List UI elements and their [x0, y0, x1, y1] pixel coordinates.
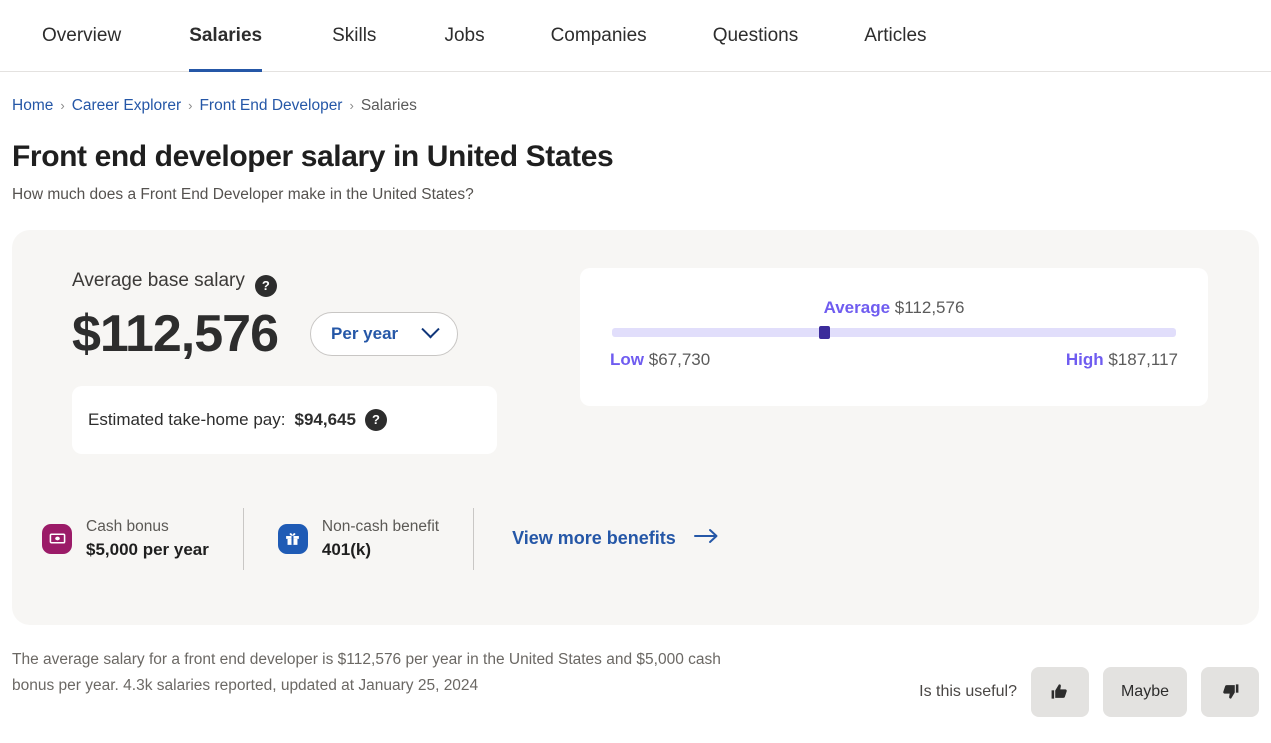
salary-summary-line-2: bonus per year. 4.3k salaries reported, … — [12, 673, 721, 699]
breadcrumb-link-home[interactable]: Home — [12, 98, 53, 114]
feedback-maybe-button[interactable]: Maybe — [1103, 667, 1187, 717]
feedback-question: Is this useful? — [919, 683, 1017, 701]
nav-tab-questions[interactable]: Questions — [713, 0, 799, 72]
salary-summary-text: The average salary for a front end devel… — [12, 647, 721, 700]
nav-tab-label: Questions — [713, 25, 799, 47]
nav-tab-companies[interactable]: Companies — [551, 0, 647, 72]
nav-tab-overview[interactable]: Overview — [42, 0, 121, 72]
take-home-pay-value: $94,645 — [294, 410, 355, 430]
breadcrumb-current: Salaries — [361, 98, 417, 114]
salary-summary-card: Average base salary ? $112,576 Per year … — [12, 230, 1259, 625]
average-salary-help-icon[interactable]: ? — [255, 275, 277, 297]
range-low-value: $67,730 — [649, 350, 710, 369]
nav-items-container: Overview Salaries Skills Jobs Companies Quest… — [0, 0, 1271, 71]
average-salary-amount: $112,576 — [72, 308, 278, 360]
salary-range-track[interactable] — [612, 328, 1176, 337]
range-average-value: $112,576 — [895, 298, 965, 317]
feedback-thumbs-up-button[interactable] — [1031, 667, 1089, 717]
view-more-benefits-label: View more benefits — [512, 528, 676, 549]
range-endpoints: Low $67,730 High $187,117 — [610, 350, 1178, 370]
nav-tab-label: Companies — [551, 25, 647, 47]
estimated-take-home-pay-box: Estimated take-home pay: $94,645 ? — [72, 386, 497, 454]
range-average-label: Average — [824, 298, 890, 317]
chevron-down-icon — [421, 320, 439, 338]
benefit-cash-bonus-label: Cash bonus — [86, 518, 209, 536]
range-average-row: Average $112,576 — [610, 298, 1178, 318]
page-subtitle: How much does a Front End Developer make… — [12, 186, 1259, 204]
pay-period-select[interactable]: Per year — [310, 312, 458, 356]
thumbs-down-icon — [1221, 682, 1240, 701]
salary-summary-line-1: The average salary for a front end devel… — [12, 647, 721, 673]
benefit-non-cash: Non-cash benefit 401(k) — [244, 508, 474, 570]
nav-tab-skills[interactable]: Skills — [332, 0, 376, 72]
nav-tab-label: Salaries — [189, 25, 262, 47]
nav-tab-salaries[interactable]: Salaries — [189, 0, 262, 72]
salary-range-widget: Average $112,576 Low $67,730 High $187,1… — [580, 268, 1208, 406]
page-title: Front end developer salary in United Sta… — [12, 140, 1259, 174]
range-high: High $187,117 — [1066, 350, 1178, 370]
breadcrumb-separator-icon: › — [60, 99, 64, 112]
arrow-right-icon — [694, 528, 720, 549]
salary-range-thumb[interactable] — [819, 326, 830, 339]
thumbs-up-icon — [1050, 682, 1069, 701]
gift-icon — [278, 524, 308, 554]
breadcrumb-separator-icon: › — [349, 99, 353, 112]
feedback-widget: Is this useful? Maybe — [919, 647, 1259, 717]
page-body: Home › Career Explorer › Front End Developer… — [0, 98, 1271, 717]
feedback-thumbs-down-button[interactable] — [1201, 667, 1259, 717]
benefit-cash-bonus: Cash bonus $5,000 per year — [42, 508, 244, 570]
benefit-non-cash-label: Non-cash benefit — [322, 518, 439, 536]
nav-tab-jobs[interactable]: Jobs — [444, 0, 484, 72]
range-high-label: High — [1066, 350, 1104, 369]
average-base-salary-label: Average base salary — [72, 270, 245, 292]
range-high-value: $187,117 — [1108, 350, 1178, 369]
range-low: Low $67,730 — [610, 350, 710, 370]
breadcrumb-separator-icon: › — [188, 99, 192, 112]
footer-row: The average salary for a front end devel… — [12, 647, 1259, 717]
breadcrumb-link-career-explorer[interactable]: Career Explorer — [72, 98, 181, 114]
nav-tab-label: Overview — [42, 25, 121, 47]
benefits-row: Cash bonus $5,000 per year Non-cash bene… — [42, 508, 720, 570]
nav-tab-articles[interactable]: Articles — [864, 0, 926, 72]
pay-period-label: Per year — [331, 324, 398, 344]
view-more-benefits-link[interactable]: View more benefits — [512, 528, 720, 549]
primary-nav: Overview Salaries Skills Jobs Companies Quest… — [0, 0, 1271, 72]
nav-tab-label: Skills — [332, 25, 376, 47]
take-home-pay-help-icon[interactable]: ? — [365, 409, 387, 431]
nav-tab-label: Jobs — [444, 25, 484, 47]
breadcrumb: Home › Career Explorer › Front End Developer… — [12, 98, 1259, 114]
take-home-pay-label: Estimated take-home pay: — [88, 410, 285, 430]
benefit-cash-bonus-value: $5,000 per year — [86, 540, 209, 560]
range-low-label: Low — [610, 350, 644, 369]
cash-bonus-icon — [42, 524, 72, 554]
benefit-non-cash-value: 401(k) — [322, 540, 439, 560]
breadcrumb-link-front-end-developer[interactable]: Front End Developer — [199, 98, 342, 114]
nav-tab-label: Articles — [864, 25, 926, 47]
